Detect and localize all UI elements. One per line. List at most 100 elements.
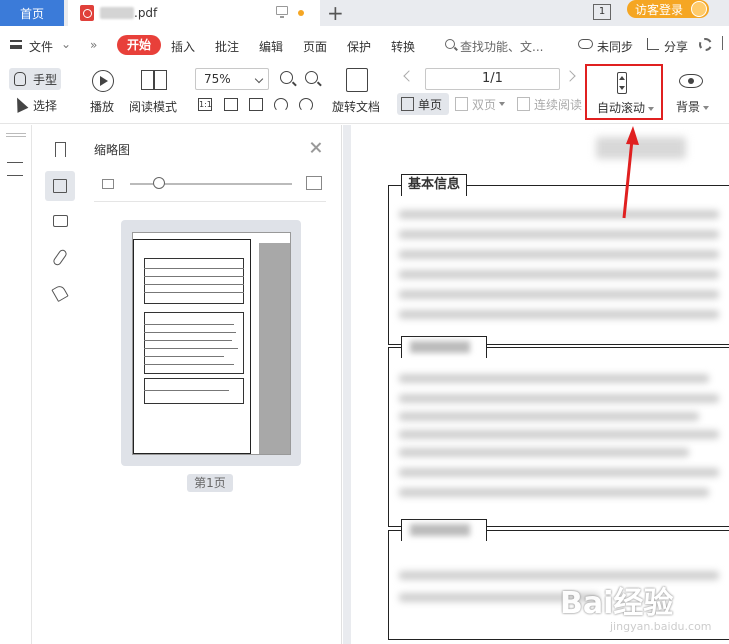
thumbnail-shadow bbox=[259, 243, 290, 454]
blurred-filename bbox=[100, 7, 134, 19]
select-tool-button[interactable]: 选择 bbox=[33, 97, 57, 114]
monitor-icon[interactable] bbox=[276, 6, 288, 18]
cloud-icon bbox=[578, 39, 593, 49]
collapse-handle-icon[interactable] bbox=[6, 133, 26, 137]
actual-size-icon[interactable]: 1:1 bbox=[198, 98, 212, 111]
thumb-line bbox=[144, 276, 244, 277]
zoom-value: 75% bbox=[204, 72, 231, 86]
continuous-icon bbox=[517, 97, 530, 111]
blurred-title bbox=[596, 137, 686, 159]
zoom-select[interactable]: 75% bbox=[195, 68, 269, 90]
menu-insert[interactable]: 插入 bbox=[171, 38, 195, 55]
hamburger-icon[interactable] bbox=[10, 40, 22, 49]
cursor-icon bbox=[11, 95, 29, 113]
read-mode-button[interactable]: 阅读模式 bbox=[129, 98, 177, 115]
next-page-icon[interactable] bbox=[564, 70, 576, 82]
play-icon[interactable] bbox=[92, 70, 114, 92]
swap-icon[interactable] bbox=[7, 162, 23, 176]
double-page-label: 双页 bbox=[472, 97, 497, 112]
attachment-button[interactable] bbox=[45, 243, 75, 273]
share-icon bbox=[647, 38, 659, 50]
blurred-row bbox=[399, 230, 719, 239]
comment-icon bbox=[53, 215, 68, 227]
single-page-label: 单页 bbox=[418, 97, 443, 112]
blurred-section-title bbox=[401, 519, 487, 541]
play-button[interactable]: 播放 bbox=[90, 98, 114, 115]
large-image-icon[interactable] bbox=[306, 176, 322, 190]
blurred-row bbox=[399, 210, 719, 219]
menu-page[interactable]: 页面 bbox=[303, 38, 327, 55]
zoom-in-icon[interactable] bbox=[305, 71, 318, 84]
caret-icon bbox=[499, 102, 506, 106]
sync-status[interactable]: 未同步 bbox=[597, 38, 633, 55]
avatar-icon bbox=[691, 1, 707, 17]
blurred-row bbox=[399, 412, 699, 421]
thumbnail-image bbox=[132, 232, 291, 455]
blurred-row bbox=[399, 448, 689, 457]
zoom-out-icon[interactable] bbox=[280, 71, 293, 84]
fit-width-icon[interactable] bbox=[249, 98, 263, 111]
watermark-url: jingyan.baidu.com bbox=[610, 620, 712, 633]
document-viewport[interactable]: 基本信息 bbox=[343, 125, 729, 644]
menu-edit[interactable]: 编辑 bbox=[259, 38, 283, 55]
rotate-document-button[interactable]: 旋转文档 bbox=[332, 98, 380, 115]
guest-login-button[interactable]: 访客登录 bbox=[627, 0, 709, 18]
menu-more[interactable]: » bbox=[90, 38, 97, 52]
rotate-left-icon[interactable] bbox=[274, 98, 288, 112]
tab-document-title: .pdf bbox=[134, 6, 158, 20]
thumb-line bbox=[144, 292, 244, 293]
slider-handle[interactable] bbox=[153, 177, 165, 189]
blurred-row bbox=[399, 488, 709, 497]
background-button[interactable]: 背景 bbox=[676, 98, 710, 115]
menu-protect[interactable]: 保护 bbox=[347, 38, 371, 55]
chevron-down-icon bbox=[254, 74, 264, 84]
blurred-row bbox=[399, 270, 719, 279]
small-image-icon[interactable] bbox=[102, 179, 114, 189]
share-button[interactable]: 分享 bbox=[664, 38, 688, 55]
pen-icon bbox=[51, 283, 69, 303]
continuous-read-button[interactable]: 连续阅读 bbox=[517, 93, 582, 115]
auto-scroll-label: 自动滚动 bbox=[597, 99, 655, 116]
basic-info-section: 基本信息 bbox=[388, 174, 729, 345]
rotate-document-icon[interactable] bbox=[346, 68, 368, 92]
prev-page-icon[interactable] bbox=[403, 70, 415, 82]
book-icon[interactable] bbox=[141, 70, 167, 90]
menu-start[interactable]: 开始 bbox=[117, 35, 161, 55]
signature-button[interactable] bbox=[45, 279, 75, 309]
gear-icon[interactable] bbox=[699, 38, 712, 51]
search-input[interactable]: 查找功能、文... bbox=[460, 38, 543, 55]
thumb-line bbox=[144, 284, 244, 285]
menu-file[interactable]: 文件 bbox=[29, 38, 53, 55]
thumbnail-button[interactable] bbox=[45, 171, 75, 201]
new-tab-button[interactable]: + bbox=[327, 1, 344, 25]
rotate-right-icon[interactable] bbox=[299, 98, 313, 112]
menu-bar: 文件 ⌄ » 开始 插入 批注 编辑 页面 保护 转换 查找功能、文... 未同… bbox=[0, 26, 729, 64]
guest-login-label: 访客登录 bbox=[635, 2, 684, 17]
thumb-line bbox=[144, 390, 229, 391]
chevron-down-icon[interactable]: ⌄ bbox=[61, 37, 71, 51]
page-thumbnail[interactable] bbox=[121, 220, 301, 466]
hand-tool-label: 手型 bbox=[33, 73, 58, 87]
tab-home[interactable]: 首页 bbox=[0, 0, 64, 26]
unsaved-dot-icon bbox=[298, 10, 304, 16]
pdf-icon bbox=[80, 5, 94, 21]
auto-scroll-button[interactable]: 自动滚动 bbox=[585, 64, 663, 120]
fit-page-icon[interactable] bbox=[224, 98, 238, 111]
thumbnail-page-label: 第1页 bbox=[187, 474, 233, 492]
window-count-badge[interactable]: 1 bbox=[593, 4, 611, 20]
page-number-input[interactable]: 1/1 bbox=[425, 68, 560, 90]
bookmark-button[interactable] bbox=[45, 135, 75, 165]
thumb-line bbox=[144, 340, 232, 341]
close-icon[interactable] bbox=[310, 141, 322, 153]
thumbnail-icon bbox=[53, 179, 67, 193]
single-page-button[interactable]: 单页 bbox=[397, 93, 449, 115]
comment-button[interactable] bbox=[45, 207, 75, 237]
thumb-line bbox=[144, 324, 234, 325]
double-page-button[interactable]: 双页 bbox=[455, 93, 506, 115]
more-icon[interactable] bbox=[722, 36, 729, 50]
thumb-line bbox=[144, 356, 224, 357]
menu-annotate[interactable]: 批注 bbox=[215, 38, 239, 55]
eye-icon[interactable] bbox=[679, 74, 703, 88]
blurred-row bbox=[399, 430, 719, 439]
menu-convert[interactable]: 转换 bbox=[391, 38, 415, 55]
